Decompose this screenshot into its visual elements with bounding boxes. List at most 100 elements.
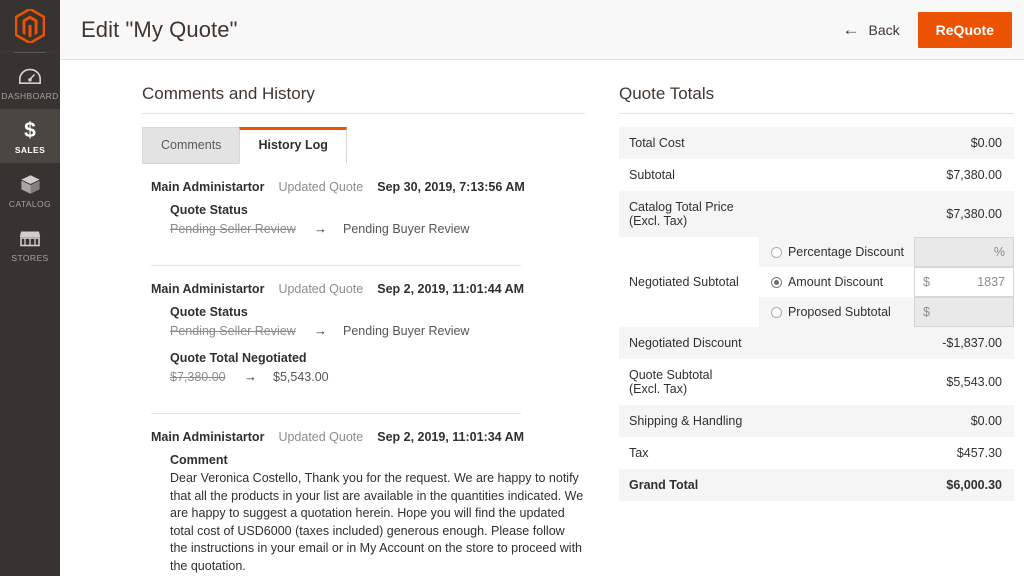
history-entry-body: Comment Dear Veronica Costello, Thank yo… <box>142 444 585 575</box>
negotiated-subtotal-row: Negotiated Subtotal Percentage Discount <box>619 237 1014 327</box>
total-label: Catalog Total Price (Excl. Tax) <box>619 191 759 237</box>
sidebar-item-sales[interactable]: $ Sales <box>0 109 60 163</box>
table-row: Negotiated Discount -$1,837.00 <box>619 327 1014 359</box>
history-entry-divider <box>151 413 521 414</box>
radio-percentage-discount[interactable] <box>770 246 782 258</box>
change-label: Quote Status <box>170 203 248 217</box>
history-entry-author: Main Administartor <box>151 282 265 296</box>
requote-button[interactable]: ReQuote <box>917 11 1012 48</box>
arrow-right-icon: → <box>314 323 327 338</box>
change-new-value: Pending Buyer Review <box>343 324 470 338</box>
quote-totals-section: Quote Totals Total Cost $0.00 Subtotal $… <box>605 84 1024 576</box>
sidebar-item-label: Stores <box>11 253 49 263</box>
table-row: Catalog Total Price (Excl. Tax) $7,380.0… <box>619 191 1014 237</box>
proposed-subtotal-input[interactable] <box>935 299 1013 325</box>
change-block: Quote Status Pending Seller Review → Pen… <box>170 305 585 338</box>
magento-logo[interactable] <box>0 0 60 52</box>
radio-proposed-subtotal[interactable] <box>770 306 782 318</box>
dollar-sign-icon: $ <box>24 118 36 142</box>
negotiated-options-cell: Percentage Discount % Amount Discount $ … <box>758 237 1014 327</box>
option-amount-discount[interactable]: Amount Discount $ <box>759 267 1014 297</box>
back-button-label: Back <box>868 21 900 38</box>
change-old-value: $7,380.00 <box>170 370 226 384</box>
sidebar-item-dashboard[interactable]: Dashboard <box>0 55 60 109</box>
grand-total-label: Grand Total <box>619 469 759 501</box>
back-button[interactable]: ← Back <box>839 16 904 44</box>
total-label: Tax <box>629 446 649 460</box>
percentage-discount-field[interactable]: % <box>914 237 1014 267</box>
comment-text: Dear Veronica Costello, Thank you for th… <box>170 471 584 573</box>
negotiated-subtotal-label: Negotiated Subtotal <box>629 275 739 289</box>
amount-discount-field[interactable]: $ <box>914 267 1014 297</box>
total-label: Quote Subtotal (Excl. Tax) <box>629 368 713 396</box>
change-row: Pending Seller Review → Pending Buyer Re… <box>170 221 585 236</box>
proposed-subtotal-field[interactable]: $ <box>914 297 1014 327</box>
history-log-list: Main Administartor Updated Quote Sep 30,… <box>142 164 585 576</box>
total-value: -$1,837.00 <box>758 327 1014 359</box>
total-value: $7,380.00 <box>758 191 1014 237</box>
tab-history-log[interactable]: History Log <box>239 127 347 164</box>
quote-totals-table: Total Cost $0.00 Subtotal $7,380.00 Cata… <box>619 127 1014 501</box>
page-content: Comments and History Comments History Lo… <box>60 60 1024 576</box>
percent-suffix: % <box>993 245 1005 259</box>
history-entry-date: Sep 2, 2019, 11:01:34 AM <box>377 430 525 444</box>
sidebar-item-catalog[interactable]: Catalog <box>0 163 60 217</box>
history-entry: Main Administartor Updated Quote Sep 2, … <box>142 282 585 399</box>
change-label: Quote Status <box>170 305 248 319</box>
table-row: Quote Subtotal (Excl. Tax) $5,543.00 <box>619 359 1014 405</box>
main-area: Edit "My Quote" ← Back ReQuote Comments … <box>60 0 1024 576</box>
storefront-icon <box>19 226 41 250</box>
arrow-left-icon: ← <box>842 19 860 39</box>
history-entry-action: Updated Quote <box>278 430 364 444</box>
currency-addon: $ <box>923 275 930 289</box>
history-entry-head: Main Administartor Updated Quote Sep 2, … <box>142 430 585 444</box>
arrow-right-icon: → <box>314 221 327 236</box>
change-old-value: Pending Seller Review <box>170 222 296 236</box>
comments-section-title: Comments and History <box>142 84 585 114</box>
currency-addon: $ <box>923 305 930 319</box>
option-left: Proposed Subtotal <box>759 297 914 327</box>
tab-comments[interactable]: Comments <box>142 127 241 164</box>
total-label: Negotiated Discount <box>619 327 759 359</box>
percentage-discount-input[interactable] <box>915 239 994 265</box>
amount-discount-input[interactable] <box>935 269 1013 295</box>
option-left: Amount Discount <box>759 267 914 297</box>
history-entry-divider <box>151 265 521 266</box>
total-value: $457.30 <box>956 446 1002 460</box>
admin-page: Dashboard $ Sales Catalog <box>0 0 1024 576</box>
change-label: Quote Total Negotiated <box>170 351 307 365</box>
table-row: Shipping & Handling $0.00 <box>619 405 1014 437</box>
magento-logo-icon <box>15 8 45 43</box>
option-percentage-discount[interactable]: Percentage Discount % <box>758 237 1014 267</box>
total-label: Total Cost <box>619 127 759 159</box>
change-new-value: Pending Buyer Review <box>343 222 470 236</box>
header-actions: ← Back ReQuote <box>839 11 1012 48</box>
history-entry-date: Sep 2, 2019, 11:01:44 AM <box>377 282 525 296</box>
history-entry-action: Updated Quote <box>278 282 364 296</box>
history-entry-author: Main Administartor <box>151 180 265 194</box>
change-row: Pending Seller Review → Pending Buyer Re… <box>170 323 585 338</box>
sidebar-item-stores[interactable]: Stores <box>0 217 60 271</box>
history-entry-author: Main Administartor <box>151 430 265 444</box>
comments-tabs: Comments History Log <box>142 127 585 164</box>
radio-amount-discount[interactable] <box>770 276 782 288</box>
history-entry-action: Updated Quote <box>278 180 364 194</box>
option-label: Proposed Subtotal <box>787 305 891 319</box>
dashboard-gauge-icon <box>19 64 41 88</box>
option-label: Amount Discount <box>787 275 884 289</box>
sidebar-item-label: Sales <box>14 145 46 155</box>
history-entry-head: Main Administartor Updated Quote Sep 30,… <box>142 180 585 194</box>
grand-total-value: $6,000.30 <box>758 469 1014 501</box>
option-proposed-subtotal[interactable]: Proposed Subtotal $ <box>758 297 1014 327</box>
change-block: Quote Total Negotiated $7,380.00 → $5,54… <box>170 351 585 384</box>
history-entry-date: Sep 30, 2019, 7:13:56 AM <box>377 180 525 194</box>
table-row: Tax $457.30 <box>619 437 1014 469</box>
history-entry: Main Administartor Updated Quote Sep 2, … <box>142 430 585 576</box>
grand-total-row: Grand Total $6,000.30 <box>619 469 1014 501</box>
history-entry-body: Quote Status Pending Seller Review → Pen… <box>142 194 585 236</box>
history-entry-head: Main Administartor Updated Quote Sep 2, … <box>142 282 585 296</box>
sidebar-item-label: Catalog <box>8 199 52 209</box>
table-row: Total Cost $0.00 <box>619 127 1014 159</box>
total-label: Shipping & Handling <box>619 405 759 437</box>
comments-and-history-section: Comments and History Comments History Lo… <box>60 84 605 576</box>
